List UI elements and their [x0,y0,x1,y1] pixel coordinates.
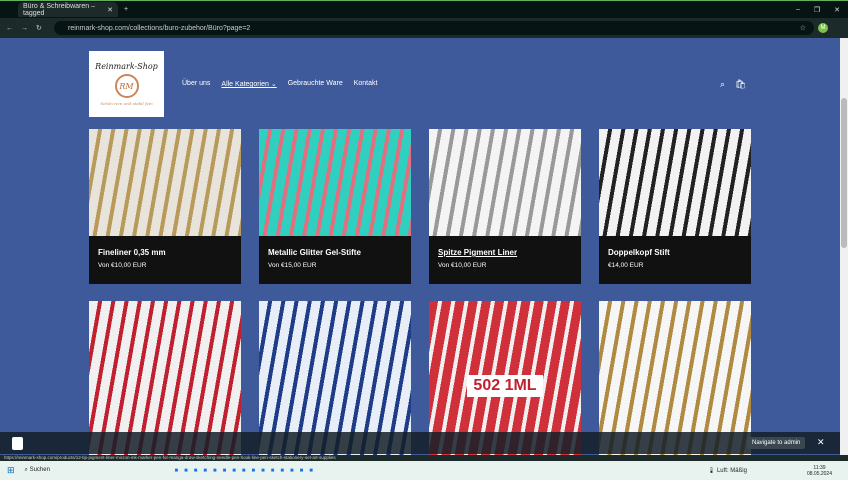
shop-logo[interactable]: Reinmark-Shop RM Schön rein und stabil f… [89,51,164,117]
maximize-icon[interactable]: ❐ [814,6,820,14]
product-image[interactable] [89,129,241,236]
forward-icon[interactable]: → [21,25,28,32]
weather-label: Luft: Mäßig [716,468,747,474]
logo-text: Reinmark-Shop [95,62,158,71]
logo-tagline: Schön rein und stabil fein [100,101,153,106]
close-admin-bar-icon[interactable]: ✕ [817,437,825,448]
shop-page: Reinmark-Shop RM Schön rein und stabil f… [0,38,840,471]
product-title[interactable]: Spitze Pigment Liner [438,248,572,257]
new-tab-icon[interactable]: + [124,6,128,13]
product-price: Von €10,00 EUR [438,262,487,269]
close-tab-icon[interactable]: ✕ [107,6,113,14]
shopify-admin-bar: Navigate to admin ✕ [0,432,840,454]
clock[interactable]: 11:39 08.05.2024 [807,465,832,477]
product-title[interactable]: Metallic Glitter Gel-Stifte [268,248,402,257]
product-price: Von €15,00 EUR [268,262,317,269]
taskbar: ⊞ ⌕ Suchen ■■■■■■■■■■■■■■■ 🌡 Luft: Mäßig… [0,461,848,480]
browser-tab-bar: Büro & Schreibwaren – tagged ✕ + – ❐ ✕ [0,0,848,18]
date: 08.05.2024 [806,470,832,477]
minimize-icon[interactable]: – [796,6,800,13]
product-price: Von €10,00 EUR [98,262,147,269]
main-nav: Über uns Alle Kategorien ⌄ Gebrauchte Wa… [182,80,377,88]
search-icon[interactable]: ⌕ [720,79,725,90]
product-card[interactable]: Spitze Pigment Liner Von €10,00 EUR [429,129,581,284]
scrollbar[interactable] [840,38,848,458]
taskbar-app-icons[interactable]: ■■■■■■■■■■■■■■■ [175,468,319,474]
nav-alle-kategorien[interactable]: Alle Kategorien ⌄ [221,80,276,88]
address-bar: ← → ↻ reinmark-shop.com/collections/buro… [0,18,848,38]
nav-gebrauchte-ware[interactable]: Gebrauchte Ware [288,80,343,88]
product-title[interactable]: Doppelkopf Stift [608,248,742,257]
tab-title: Büro & Schreibwaren – tagged [23,2,95,17]
cart-icon[interactable]: 🛍 [735,79,746,90]
image-overlay-text: 502 1ML [467,375,543,397]
profile-avatar[interactable]: M [818,23,828,33]
product-title[interactable]: Fineliner 0,35 mm [98,248,232,257]
product-card[interactable]: Fineliner 0,35 mm Von €10,00 EUR [89,129,241,284]
navigate-to-admin-button[interactable]: Navigate to admin [747,437,806,449]
nav-ueber-uns[interactable]: Über uns [182,80,210,88]
chevron-down-icon: ⌄ [270,81,277,88]
browser-tab[interactable]: Büro & Schreibwaren – tagged ✕ [18,2,118,17]
reload-icon[interactable]: ↻ [36,24,42,32]
bookmark-star-icon[interactable]: ☆ [800,24,806,32]
logo-initials: RM [114,74,139,98]
windows-start-icon[interactable]: ⊞ [7,465,15,476]
shopify-bag-icon [12,437,23,450]
weather-widget[interactable]: 🌡 Luft: Mäßig [708,467,747,474]
product-image[interactable] [599,129,751,236]
url-input[interactable]: reinmark-shop.com/collections/buro-zubeh… [54,21,814,35]
product-image[interactable] [429,129,581,236]
url-text: reinmark-shop.com/collections/buro-zubeh… [68,24,251,32]
product-card[interactable]: Metallic Glitter Gel-Stifte Von €15,00 EU… [259,129,411,284]
taskbar-search[interactable]: ⌕ Suchen [25,467,115,474]
product-card[interactable]: Doppelkopf Stift €14,00 EUR [599,129,751,284]
nav-label: Alle Kategorien [221,81,269,88]
back-icon[interactable]: ← [6,25,13,32]
close-window-icon[interactable]: ✕ [834,6,840,14]
product-image[interactable] [259,129,411,236]
search-label: Suchen [29,467,50,473]
product-price: €14,00 EUR [608,262,644,269]
nav-kontakt[interactable]: Kontakt [354,80,378,88]
